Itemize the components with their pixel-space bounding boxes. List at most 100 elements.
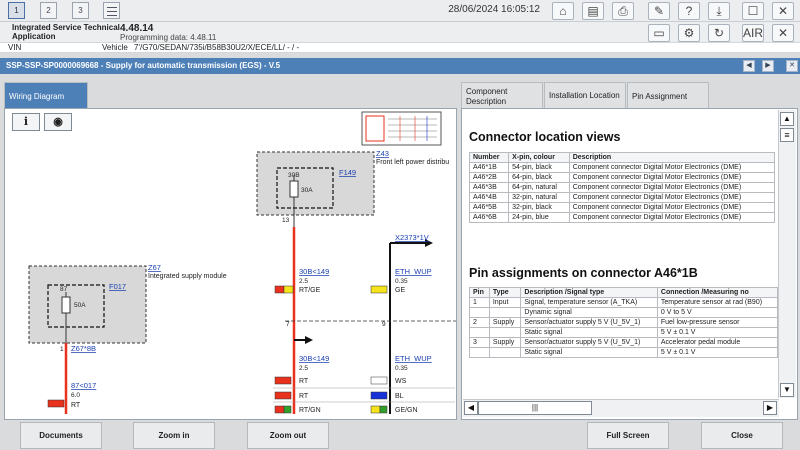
- overview-thumbnail[interactable]: [361, 111, 442, 146]
- table-row[interactable]: 3 Supply Sensor/actuator supply 5 V (U_5V_…: [469, 337, 779, 348]
- document-icon[interactable]: ▭: [648, 24, 670, 42]
- f149-amp: 30A: [301, 187, 313, 194]
- scroll-right-icon[interactable]: ▶: [763, 401, 777, 415]
- scroll-thumb-icon[interactable]: ≡: [780, 128, 794, 142]
- wire-4-color: WS: [395, 378, 407, 385]
- table-cell: 24-pin, blue: [508, 212, 570, 223]
- close-session-icon[interactable]: ✕: [772, 24, 794, 42]
- wire-4-id[interactable]: ETH_WUP: [395, 354, 432, 363]
- tab-installation-location[interactable]: Installation Location: [544, 82, 626, 108]
- pin-9: 9: [382, 321, 386, 328]
- table-cell: 32-pin, natural: [508, 192, 570, 203]
- tab-component-description[interactable]: Component Description: [461, 82, 543, 108]
- scroll-up-icon[interactable]: ▲: [780, 112, 794, 126]
- session-tab-1[interactable]: 1: [8, 2, 25, 19]
- wire-9-id[interactable]: 87<017: [71, 381, 96, 390]
- f017-fuse-icon: [61, 296, 71, 314]
- table-row[interactable]: Static signal 5 V ± 0.1 V: [469, 347, 779, 358]
- tab-wiring-diagram[interactable]: Wiring Diagram: [4, 82, 88, 108]
- connector-header: Description: [568, 152, 776, 163]
- table-cell: Component connector Digital Motor Electr…: [568, 172, 776, 183]
- documents-button[interactable]: Documents: [20, 422, 102, 449]
- table-cell: 54-pin, black: [508, 162, 570, 173]
- table-cell: A46*2B: [468, 172, 510, 183]
- table-cell: 1: [469, 297, 490, 308]
- z67-id[interactable]: Z67: [148, 263, 161, 272]
- full-screen-button[interactable]: Full Screen: [587, 422, 669, 449]
- print-icon[interactable]: ⎙: [612, 2, 634, 20]
- table-cell: [469, 347, 490, 358]
- x2373-link[interactable]: X2373*1V: [395, 233, 429, 242]
- close-app-icon[interactable]: ✕: [772, 2, 794, 20]
- pin-13: 13: [282, 217, 290, 224]
- table-cell: Component connector Digital Motor Electr…: [568, 202, 776, 213]
- table-cell: Component connector Digital Motor Electr…: [568, 192, 776, 203]
- table-cell: Input: [488, 297, 522, 308]
- vertical-scrollbar[interactable]: [778, 110, 796, 398]
- pin-7: 7: [286, 321, 290, 328]
- f149-pin: 30B: [288, 172, 300, 179]
- tab-pin-assignment[interactable]: Pin Assignment: [627, 82, 709, 108]
- sync-icon[interactable]: ↻: [708, 24, 730, 42]
- table-cell: [469, 307, 490, 318]
- z67-module: [28, 265, 147, 344]
- settings-icon[interactable]: ⚙: [678, 24, 700, 42]
- air-icon[interactable]: AIR: [742, 24, 764, 42]
- z67-connector-link[interactable]: Z67*8B: [71, 344, 96, 353]
- zoom-out-button[interactable]: Zoom out: [247, 422, 329, 449]
- table-row[interactable]: A46*2B 64-pin, black Component connector D…: [468, 172, 776, 183]
- vehicle-value: 7'/G70/SEDAN/735i/B58B30U2/X/ECE/LL/ - /…: [134, 43, 300, 52]
- wire-6-color: BL: [395, 393, 404, 400]
- table-cell: [469, 327, 490, 338]
- pin-1: 1: [60, 346, 64, 353]
- horizontal-scroll-thumb[interactable]: |||: [478, 401, 592, 415]
- pin-header: Pin: [469, 287, 490, 298]
- scroll-left-icon[interactable]: ◀: [464, 401, 478, 415]
- table-cell: A46*6B: [468, 212, 510, 223]
- f017-link[interactable]: F017: [109, 282, 126, 291]
- z67-name: Integrated supply module: [148, 273, 227, 280]
- wire-9-color: RT: [71, 402, 81, 409]
- table-row[interactable]: Dynamic signal 0 V to 5 V: [469, 307, 779, 318]
- z43-id[interactable]: Z43: [376, 149, 389, 158]
- table-row[interactable]: A46*1B 54-pin, black Component connector D…: [468, 162, 776, 173]
- table-row[interactable]: A46*5B 32-pin, black Component connector D…: [468, 202, 776, 213]
- table-row[interactable]: A46*4B 32-pin, natural Component connector…: [468, 192, 776, 203]
- scroll-down-icon[interactable]: ▼: [780, 383, 794, 397]
- wire-2-color: GE: [395, 287, 405, 294]
- f149-fuse-icon: [289, 180, 299, 198]
- table-cell: Temperature sensor at rad (B90): [656, 297, 779, 308]
- table-row[interactable]: A46*3B 64-pin, natural Component connector…: [468, 182, 776, 193]
- table-row[interactable]: 2 Supply Sensor/actuator supply 5 V (U_5V_…: [469, 317, 779, 328]
- prev-icon[interactable]: ◀: [743, 60, 755, 72]
- table-cell: Dynamic signal: [520, 307, 658, 318]
- session-tab-3[interactable]: 3: [72, 2, 89, 19]
- session-tab-2[interactable]: 2: [40, 2, 57, 19]
- table-row[interactable]: 1 Input Signal, temperature sensor (A_TKA)…: [469, 297, 779, 308]
- connector-heading: Connector location views: [469, 130, 621, 144]
- zoom-in-button[interactable]: Zoom in: [133, 422, 215, 449]
- wrench-icon[interactable]: ✎: [648, 2, 670, 20]
- table-cell: [488, 347, 522, 358]
- window-icon[interactable]: ☐: [742, 2, 764, 20]
- close-button[interactable]: Close: [701, 422, 783, 449]
- wire-1-id[interactable]: 30B<149: [299, 267, 329, 276]
- page-title: SSP-SSP-SP0000069668 - Supply for automa…: [6, 61, 281, 70]
- help-icon[interactable]: ?: [678, 2, 700, 20]
- table-row[interactable]: A46*6B 24-pin, blue Component connector Di…: [468, 212, 776, 223]
- home-icon[interactable]: ⌂: [552, 2, 574, 20]
- next-icon[interactable]: ▶: [762, 60, 774, 72]
- minimize-icon[interactable]: ⤓: [708, 2, 730, 20]
- vin-label: VIN: [8, 43, 22, 52]
- table-cell: Static signal: [520, 327, 658, 338]
- table-row[interactable]: Static signal 5 V ± 0.1 V: [469, 327, 779, 338]
- close-document-icon[interactable]: ✕: [786, 60, 798, 72]
- vehicle-info-icon[interactable]: ▤: [582, 2, 604, 20]
- wire-3-id[interactable]: 30B<149: [299, 354, 329, 363]
- pin-table: Pin Type Description /Signal type Connectio…: [469, 287, 779, 358]
- f149-link[interactable]: F149: [339, 168, 356, 177]
- pin-heading: Pin assignments on connector A46*1B: [469, 266, 698, 280]
- list-icon[interactable]: [103, 2, 120, 19]
- table-cell: Sensor/actuator supply 5 V (U_5V_1): [520, 317, 658, 328]
- wire-2-id[interactable]: ETH_WUP: [395, 267, 432, 276]
